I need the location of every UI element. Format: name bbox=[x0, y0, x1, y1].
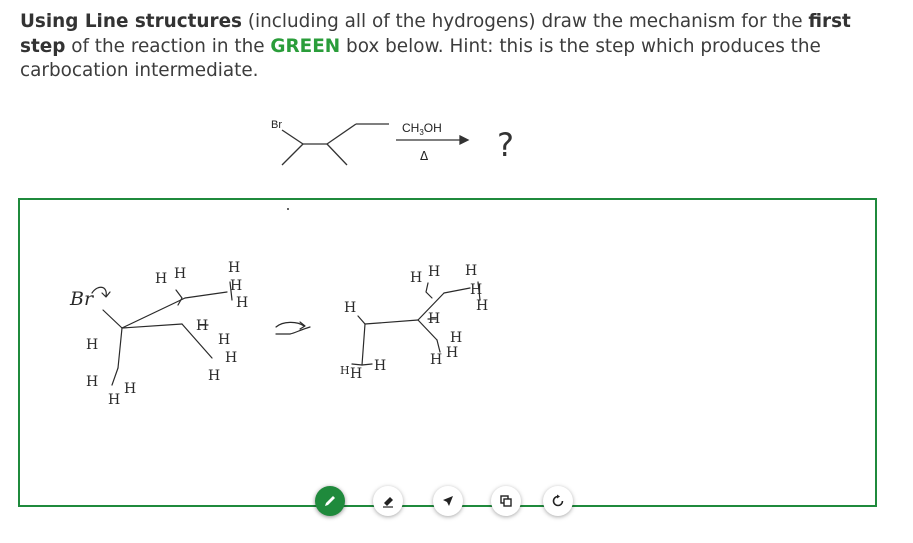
copy-icon bbox=[500, 495, 512, 507]
arrow-stroke bbox=[275, 326, 311, 335]
h-label: H bbox=[196, 318, 208, 334]
h-label: H bbox=[470, 282, 482, 298]
h-label: H bbox=[465, 263, 477, 279]
substrate-structure bbox=[281, 123, 389, 166]
rotate-icon bbox=[552, 494, 564, 507]
undo-tool-button[interactable] bbox=[543, 486, 573, 516]
reaction-scheme: Br CH3OH Δ ? bbox=[271, 119, 514, 210]
h-label: H bbox=[344, 300, 356, 316]
bromine-label: Br bbox=[271, 119, 282, 131]
h-label: H bbox=[174, 266, 186, 282]
h-label: H bbox=[446, 345, 458, 361]
heat-symbol: Δ bbox=[420, 149, 429, 163]
h-label: H bbox=[225, 350, 237, 366]
arrow-stroke bbox=[275, 321, 305, 328]
h-label: H bbox=[230, 278, 242, 294]
pointer-arrow-icon bbox=[443, 496, 453, 506]
h-label: H bbox=[476, 298, 488, 314]
eraser-icon bbox=[383, 497, 393, 508]
reagent-main: CH bbox=[402, 121, 419, 135]
product-unknown: ? bbox=[497, 126, 514, 164]
h-label: H bbox=[410, 270, 422, 286]
h-label: H bbox=[428, 311, 440, 327]
copy-tool-button[interactable] bbox=[491, 486, 521, 516]
pen-icon bbox=[325, 496, 335, 506]
h-label: H bbox=[340, 364, 350, 377]
h-label: H bbox=[86, 374, 98, 390]
hand-drawing: Br H H H H H H H H H H H H H H H H H H H… bbox=[69, 260, 488, 408]
drawn-br-label: Br bbox=[69, 288, 95, 310]
reagent-label: CH3OH bbox=[402, 121, 442, 137]
h-label: H bbox=[430, 352, 442, 368]
arrow-head bbox=[459, 134, 470, 146]
h-label: H bbox=[208, 368, 220, 384]
h-label: H bbox=[155, 271, 167, 287]
h-label: H bbox=[428, 264, 440, 280]
h-label: H bbox=[450, 330, 462, 346]
h-label: H bbox=[108, 392, 120, 408]
pen-tool-button[interactable] bbox=[315, 486, 345, 516]
stray-dot bbox=[287, 208, 289, 210]
pointer-tool-button[interactable] bbox=[433, 486, 463, 516]
h-label: H bbox=[218, 332, 230, 348]
reaction-canvas: Br CH3OH Δ ? Br H H H H H H H H H H H H … bbox=[18, 119, 877, 507]
h-label: H bbox=[236, 295, 248, 311]
h-label: H bbox=[228, 260, 240, 276]
h-label: H bbox=[86, 337, 98, 353]
h-label: H bbox=[350, 366, 362, 382]
eraser-tool-button[interactable] bbox=[373, 486, 403, 516]
h-label: H bbox=[124, 381, 136, 397]
h-label: H bbox=[374, 358, 386, 374]
reagent-tail: OH bbox=[424, 121, 442, 135]
